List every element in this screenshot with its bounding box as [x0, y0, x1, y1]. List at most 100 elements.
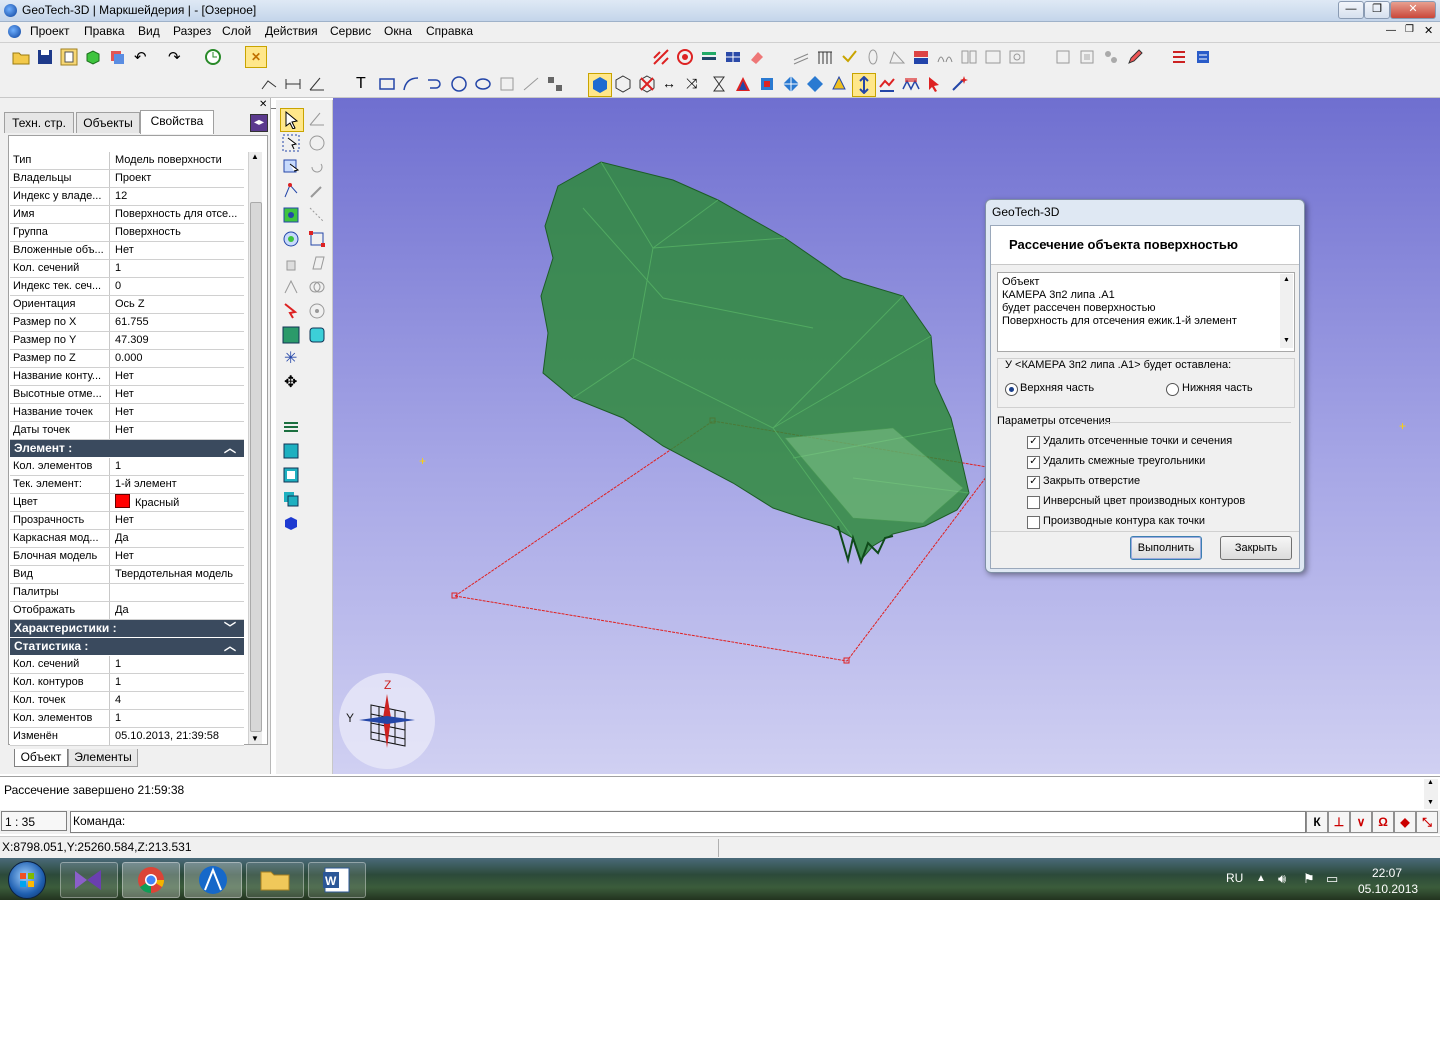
property-value[interactable]: Нет — [111, 422, 246, 439]
property-value[interactable] — [111, 584, 246, 601]
maximize-button[interactable]: ❐ — [1364, 1, 1390, 19]
vertical-mode-button[interactable] — [852, 73, 876, 97]
property-value[interactable]: 1 — [111, 656, 246, 673]
start-button[interactable] — [8, 861, 46, 899]
columns-icon[interactable] — [816, 48, 834, 66]
tab-object[interactable]: Объект — [14, 749, 68, 767]
property-row[interactable]: Тип Модель поверхности — [10, 152, 244, 170]
property-value[interactable]: 0 — [111, 278, 246, 295]
menu-view[interactable]: Вид — [138, 24, 160, 38]
property-row[interactable]: Кол. сечений 1 — [10, 656, 244, 674]
copy-icon[interactable] — [60, 48, 78, 66]
msg-scroll-up-icon[interactable]: ▲ — [1427, 779, 1434, 786]
list-red-icon[interactable] — [1170, 48, 1188, 66]
property-row[interactable]: Цвет Красный — [10, 494, 244, 512]
property-row[interactable]: Даты точек Нет — [10, 422, 244, 440]
property-row[interactable]: Отображать Да — [10, 602, 244, 620]
red-cursor-icon[interactable] — [282, 302, 300, 320]
flag-icon[interactable]: ⚑ — [1303, 871, 1315, 887]
brush-icon[interactable] — [308, 182, 326, 200]
property-value[interactable]: 05.10.2013, 21:39:58 — [111, 728, 246, 745]
taskbar-geotech-button[interactable] — [184, 862, 242, 898]
property-row[interactable]: Кол. элементов 1 — [10, 710, 244, 728]
skew-icon[interactable] — [308, 254, 326, 272]
property-value[interactable]: Красный — [111, 494, 246, 511]
property-row[interactable]: Индекс тек. сеч... 0 — [10, 278, 244, 296]
scroll-up-icon[interactable]: ▲ — [251, 152, 259, 161]
property-value[interactable]: Проект — [111, 170, 246, 187]
circle-outline-icon[interactable] — [308, 134, 326, 152]
menu-edit[interactable]: Правка — [84, 24, 125, 38]
layers-icon[interactable] — [108, 48, 126, 66]
property-value[interactable]: Нет — [111, 512, 246, 529]
taskbar-explorer-button[interactable] — [246, 862, 304, 898]
magic-icon[interactable] — [950, 75, 968, 93]
blocks-tool-icon[interactable] — [546, 75, 564, 93]
circle-tool-icon[interactable] — [450, 75, 468, 93]
property-value[interactable]: Ось Z — [111, 296, 246, 313]
property-value[interactable]: 1-й элемент — [111, 476, 246, 493]
menu-actions[interactable]: Действия — [265, 24, 318, 38]
property-row[interactable]: Размер по X 61.755 — [10, 314, 244, 332]
taskbar-vs-button[interactable] — [60, 862, 118, 898]
select-box-icon[interactable] — [282, 134, 300, 152]
property-row[interactable]: Размер по Y 47.309 — [10, 332, 244, 350]
info-scroll-down-icon[interactable]: ▼ — [1283, 337, 1290, 344]
property-value[interactable]: 1 — [111, 710, 246, 727]
minimize-button[interactable]: — — [1338, 1, 1364, 19]
property-row[interactable]: Вложенные объ... Нет — [10, 242, 244, 260]
property-value[interactable]: 1 — [111, 260, 246, 277]
property-row[interactable]: Кол. элементов 1 — [10, 458, 244, 476]
menu-layer[interactable]: Слой — [222, 24, 251, 38]
property-row[interactable]: Тек. элемент: 1-й элемент — [10, 476, 244, 494]
property-row[interactable]: Прозрачность Нет — [10, 512, 244, 530]
panel-icon[interactable] — [984, 48, 1002, 66]
property-row[interactable]: Индекс у владе... 12 — [10, 188, 244, 206]
open-folder-icon[interactable] — [12, 48, 30, 66]
snap-button[interactable]: ◆ — [1394, 811, 1416, 833]
cursor-select-icon[interactable] — [926, 75, 944, 93]
info-scrollbar[interactable]: ▲ ▼ — [1280, 274, 1293, 348]
snap-button[interactable]: ⊥ — [1328, 811, 1350, 833]
color-swatch[interactable] — [115, 494, 130, 508]
ellipse-tool-icon[interactable] — [474, 75, 492, 93]
list-blue-icon[interactable] — [1194, 48, 1212, 66]
taskbar-chrome-button[interactable] — [122, 862, 180, 898]
polyline-icon[interactable] — [260, 75, 278, 93]
snowflake-icon[interactable]: ✳ — [284, 348, 297, 368]
redo-icon[interactable]: ↷ — [168, 48, 181, 66]
panel-close-icon[interactable]: ✕ — [259, 99, 267, 110]
radio-upper[interactable] — [1005, 383, 1018, 396]
triangle-icon[interactable] — [734, 75, 752, 93]
teal-windows-icon[interactable] — [282, 490, 300, 508]
property-row[interactable]: Изменён 05.10.2013, 21:39:58 — [10, 728, 244, 746]
diamond-icon[interactable] — [806, 75, 824, 93]
property-value[interactable]: Нет — [111, 404, 246, 421]
hatch-icon[interactable] — [792, 48, 810, 66]
property-value[interactable]: Нет — [111, 242, 246, 259]
tab-tech-structure[interactable]: Техн. стр. — [4, 112, 74, 133]
min-max-icon[interactable] — [912, 48, 930, 66]
tab-properties[interactable]: Свойства — [140, 110, 214, 134]
target-icon[interactable] — [676, 48, 694, 66]
solid-mode-button[interactable] — [588, 73, 612, 97]
property-value[interactable]: 1 — [111, 458, 246, 475]
property-value[interactable]: 0.000 — [111, 350, 246, 367]
teal-frame-icon[interactable] — [282, 466, 300, 484]
arches-icon[interactable] — [936, 48, 954, 66]
select-object-icon[interactable] — [282, 158, 300, 176]
snap-button[interactable]: ⤡ — [1416, 811, 1438, 833]
snap-button[interactable]: Ω — [1372, 811, 1394, 833]
zigzag-icon[interactable] — [902, 75, 920, 93]
chevron-up-icon[interactable]: ︿ — [224, 638, 236, 655]
section-element[interactable]: Элемент : ︿ — [10, 440, 244, 457]
arc-tool-icon[interactable] — [402, 75, 420, 93]
property-row[interactable]: Высотные отме... Нет — [10, 386, 244, 404]
msg-scroll-down-icon[interactable]: ▼ — [1427, 799, 1434, 806]
property-row[interactable]: Размер по Z 0.000 — [10, 350, 244, 368]
property-row[interactable]: Блочная модель Нет — [10, 548, 244, 566]
teal-box-icon[interactable] — [282, 442, 300, 460]
property-value[interactable]: Да — [111, 602, 246, 619]
cube-box-icon[interactable] — [758, 75, 776, 93]
radio-lower[interactable] — [1166, 383, 1179, 396]
